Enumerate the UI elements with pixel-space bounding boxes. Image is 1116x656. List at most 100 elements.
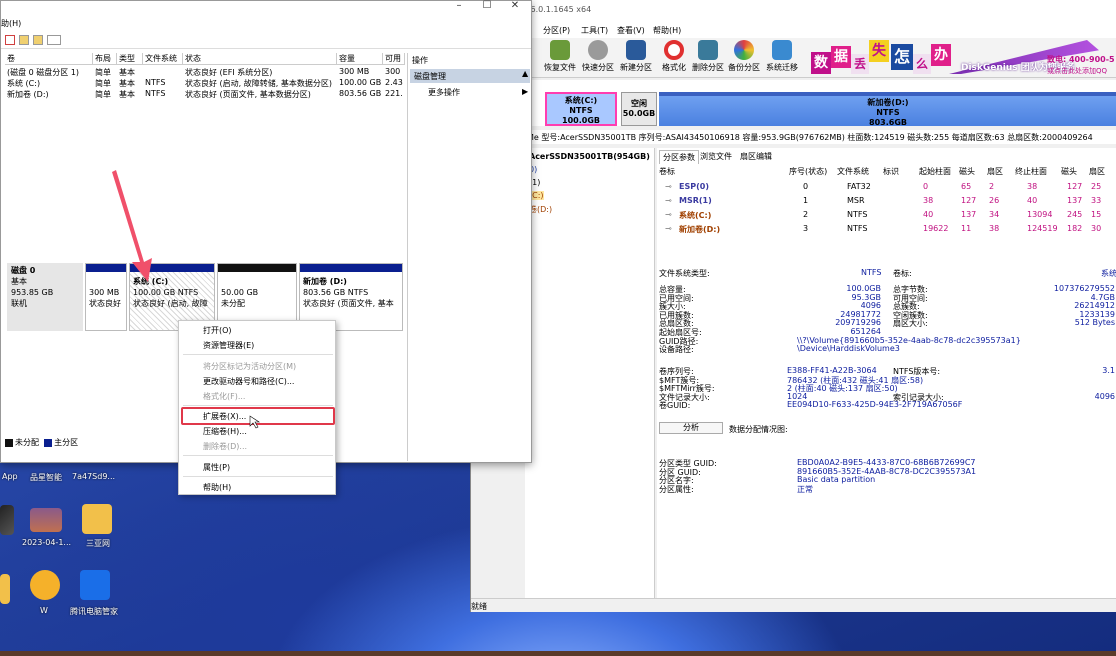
close-button[interactable]: ✕ <box>503 1 527 13</box>
check-icon[interactable] <box>5 35 15 45</box>
partition-cell: 40 <box>923 210 934 219</box>
extend-highlight-box <box>181 407 335 425</box>
vol-label-label: 卷标: <box>893 269 912 278</box>
menu-shrink-volume[interactable]: 压缩卷(H)... <box>203 426 247 437</box>
desktop-app-icon-2[interactable] <box>30 570 60 600</box>
menu-help[interactable]: 帮助(H) <box>203 482 231 493</box>
table-row[interactable]: 新加卷 (D:) 简单 基本 NTFS 状态良好 (页面文件, 基本数据分区) 803.5… <box>5 89 405 99</box>
view-icon[interactable] <box>47 35 61 45</box>
banner-char-2: 丢 <box>851 54 869 74</box>
menu-open[interactable]: 打开(O) <box>203 325 232 336</box>
recover-files-button[interactable]: 恢复文件 <box>541 38 579 78</box>
desktop-label-4[interactable]: 三亚网 <box>86 538 110 549</box>
partition-cell: MSR <box>847 196 865 205</box>
param-label: 分区属性: <box>659 484 694 494</box>
format-button[interactable]: 格式化 <box>655 38 693 78</box>
segment-free[interactable]: 空闲 50.0GB <box>621 92 657 126</box>
dm-menu-help[interactable]: 助(H) <box>1 18 21 29</box>
partition-cell: NTFS <box>847 210 868 219</box>
partition-cell: 38 <box>989 224 1000 233</box>
menu-separator <box>183 354 333 355</box>
desktop-photo-icon[interactable] <box>30 508 62 532</box>
menu-help[interactable]: 帮助(H) <box>653 25 681 36</box>
tab-partition-params[interactable]: 分区参数 <box>659 150 699 164</box>
data-distribution-label: 数据分配情况图: <box>729 425 788 434</box>
table-cell: 系统 (C:) <box>7 79 41 88</box>
col-free[interactable]: 可用 <box>383 53 405 65</box>
segment-system-c[interactable]: 系统(C:) NTFS 100.0GB <box>545 92 617 126</box>
partition-row[interactable]: ⊸ ESP(0) 0 FAT32 0 65 2 38 127 25 <box>657 182 1116 194</box>
desktop-label-6[interactable]: 腾讯电脑管家 <box>70 606 118 617</box>
tab-browse-files[interactable]: 浏览文件 <box>697 150 735 163</box>
system-migration-button[interactable]: 系统迁移 <box>763 38 801 78</box>
col-volume[interactable]: 卷 <box>5 53 93 65</box>
table-cell: (磁盘 0 磁盘分区 1) <box>7 68 80 77</box>
tree-item-d[interactable]: 卷(D:) <box>529 204 552 215</box>
table-cell: 简单 <box>95 68 111 77</box>
desktop-label-3[interactable]: 2023-04-1... <box>22 538 71 547</box>
param-label: 设备路径: <box>659 345 694 355</box>
menu-partition[interactable]: 分区(P) <box>543 25 570 36</box>
partition-cell: 127 <box>961 196 977 205</box>
partition-row[interactable]: ⊸ 新加卷(D:) 3 NTFS 19622 11 38 124519 182 30 <box>657 224 1116 236</box>
maximize-button[interactable]: ☐ <box>475 1 499 13</box>
col-filesystem[interactable]: 文件系统 <box>143 53 183 65</box>
new-partition-button[interactable]: 新建分区 <box>617 38 655 78</box>
quick-partition-button[interactable]: 快速分区 <box>579 38 617 78</box>
desktop-folder-icon-2[interactable] <box>0 574 10 604</box>
desktop-app-icon[interactable] <box>0 505 14 535</box>
col-capacity[interactable]: 容量 <box>337 53 383 65</box>
recover-icon <box>550 40 570 60</box>
table-row[interactable]: 系统 (C:) 简单 基本 NTFS 状态良好 (启动, 故障转储, 基本数据分区) 10… <box>5 78 405 88</box>
collapse-icon[interactable]: ▲ <box>522 69 528 78</box>
menu-view[interactable]: 查看(V) <box>617 25 645 36</box>
col-status[interactable]: 状态 <box>183 53 337 65</box>
menu-separator-3 <box>183 455 333 456</box>
partition-cell: 0 <box>803 182 809 191</box>
expand-arrow-icon[interactable]: ▶ <box>522 87 528 96</box>
table-row[interactable]: (磁盘 0 磁盘分区 1) 简单 基本 状态良好 (EFI 系统分区) 300 MB 30… <box>5 67 405 77</box>
actions-disk-management[interactable]: 磁盘管理 <box>410 69 530 83</box>
tree-disk-0[interactable]: AcerSSDN35001TB(954GB) <box>529 152 650 161</box>
partition-cell: ESP(0) <box>679 182 709 191</box>
desktop-folder-icon[interactable] <box>82 504 112 534</box>
folder-icon[interactable] <box>19 35 29 45</box>
tencent-pc-manager-icon[interactable] <box>80 570 110 600</box>
disk-0-label[interactable]: 磁盘 0 基本 953.85 GB 联机 <box>7 263 83 331</box>
menu-tools[interactable]: 工具(T) <box>581 25 608 36</box>
menu-explorer[interactable]: 资源管理器(E) <box>203 340 254 351</box>
partition-cell: 38 <box>923 196 934 205</box>
desktop-label-2[interactable]: 7a47Sd9... <box>72 472 115 481</box>
disk-info-line: Me 型号:AcerSSDN35001TB 序列号:ASAI4345010691… <box>471 130 1116 144</box>
param-label: 索引记录大小: <box>893 393 944 402</box>
menu-change-letter[interactable]: 更改驱动器号和路径(C)... <box>203 376 294 387</box>
col-type[interactable]: 类型 <box>117 53 143 65</box>
search-folder-icon[interactable] <box>33 35 43 45</box>
context-menu: 打开(O) 资源管理器(E) 将分区标记为活动分区(M) 更改驱动器号和路径(C… <box>178 320 336 495</box>
partition-efi[interactable]: 300 MB 状态良好 <box>85 263 127 331</box>
minimize-button[interactable]: – <box>447 1 471 13</box>
param-value: 正常 <box>797 484 813 494</box>
backup-partition-button[interactable]: 备份分区 <box>725 38 763 78</box>
table-cell: 状态良好 (启动, 故障转储, 基本数据分区) <box>185 79 332 88</box>
actions-more[interactable]: 更多操作 <box>428 87 460 98</box>
menu-properties[interactable]: 属性(P) <box>203 462 230 473</box>
table-cell: 100.00 GB <box>339 78 382 87</box>
table-cell: 状态良好 (EFI 系统分区) <box>185 68 273 77</box>
partition-row[interactable]: ⊸ MSR(1) 1 MSR 38 127 26 40 137 33 <box>657 196 1116 208</box>
partition-row[interactable]: ⊸ 系统(C:) 2 NTFS 40 137 34 13094 245 15 <box>657 210 1116 222</box>
diskgenius-banner[interactable]: 数 据 丢 失 怎 么 办 DiskGenius 团队为您服务 致电: 400-… <box>811 40 1116 76</box>
delete-partition-button[interactable]: 删除分区 <box>689 38 727 78</box>
table-cell: 300 MB <box>339 67 370 76</box>
partition-cell: 65 <box>961 182 972 191</box>
col-layout[interactable]: 布局 <box>93 53 117 65</box>
partition-cell: 30 <box>1091 224 1102 233</box>
analyze-button[interactable]: 分析 <box>659 422 723 434</box>
desktop-label-5[interactable]: W <box>40 606 48 615</box>
desktop-label-1[interactable]: 品星智能 <box>30 472 62 483</box>
partition-cell: 3 <box>803 224 809 233</box>
tab-sector-edit[interactable]: 扇区编辑 <box>737 150 775 163</box>
desktop-label-app[interactable]: App <box>2 472 18 481</box>
partition-cell: 38 <box>1027 182 1038 191</box>
segment-new-volume-d[interactable]: 新加卷(D:) NTFS 803.6GB <box>659 92 1116 127</box>
